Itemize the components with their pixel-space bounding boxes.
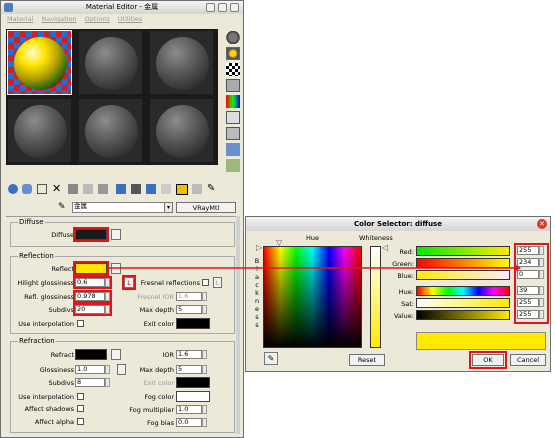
callout-connector <box>109 265 521 271</box>
